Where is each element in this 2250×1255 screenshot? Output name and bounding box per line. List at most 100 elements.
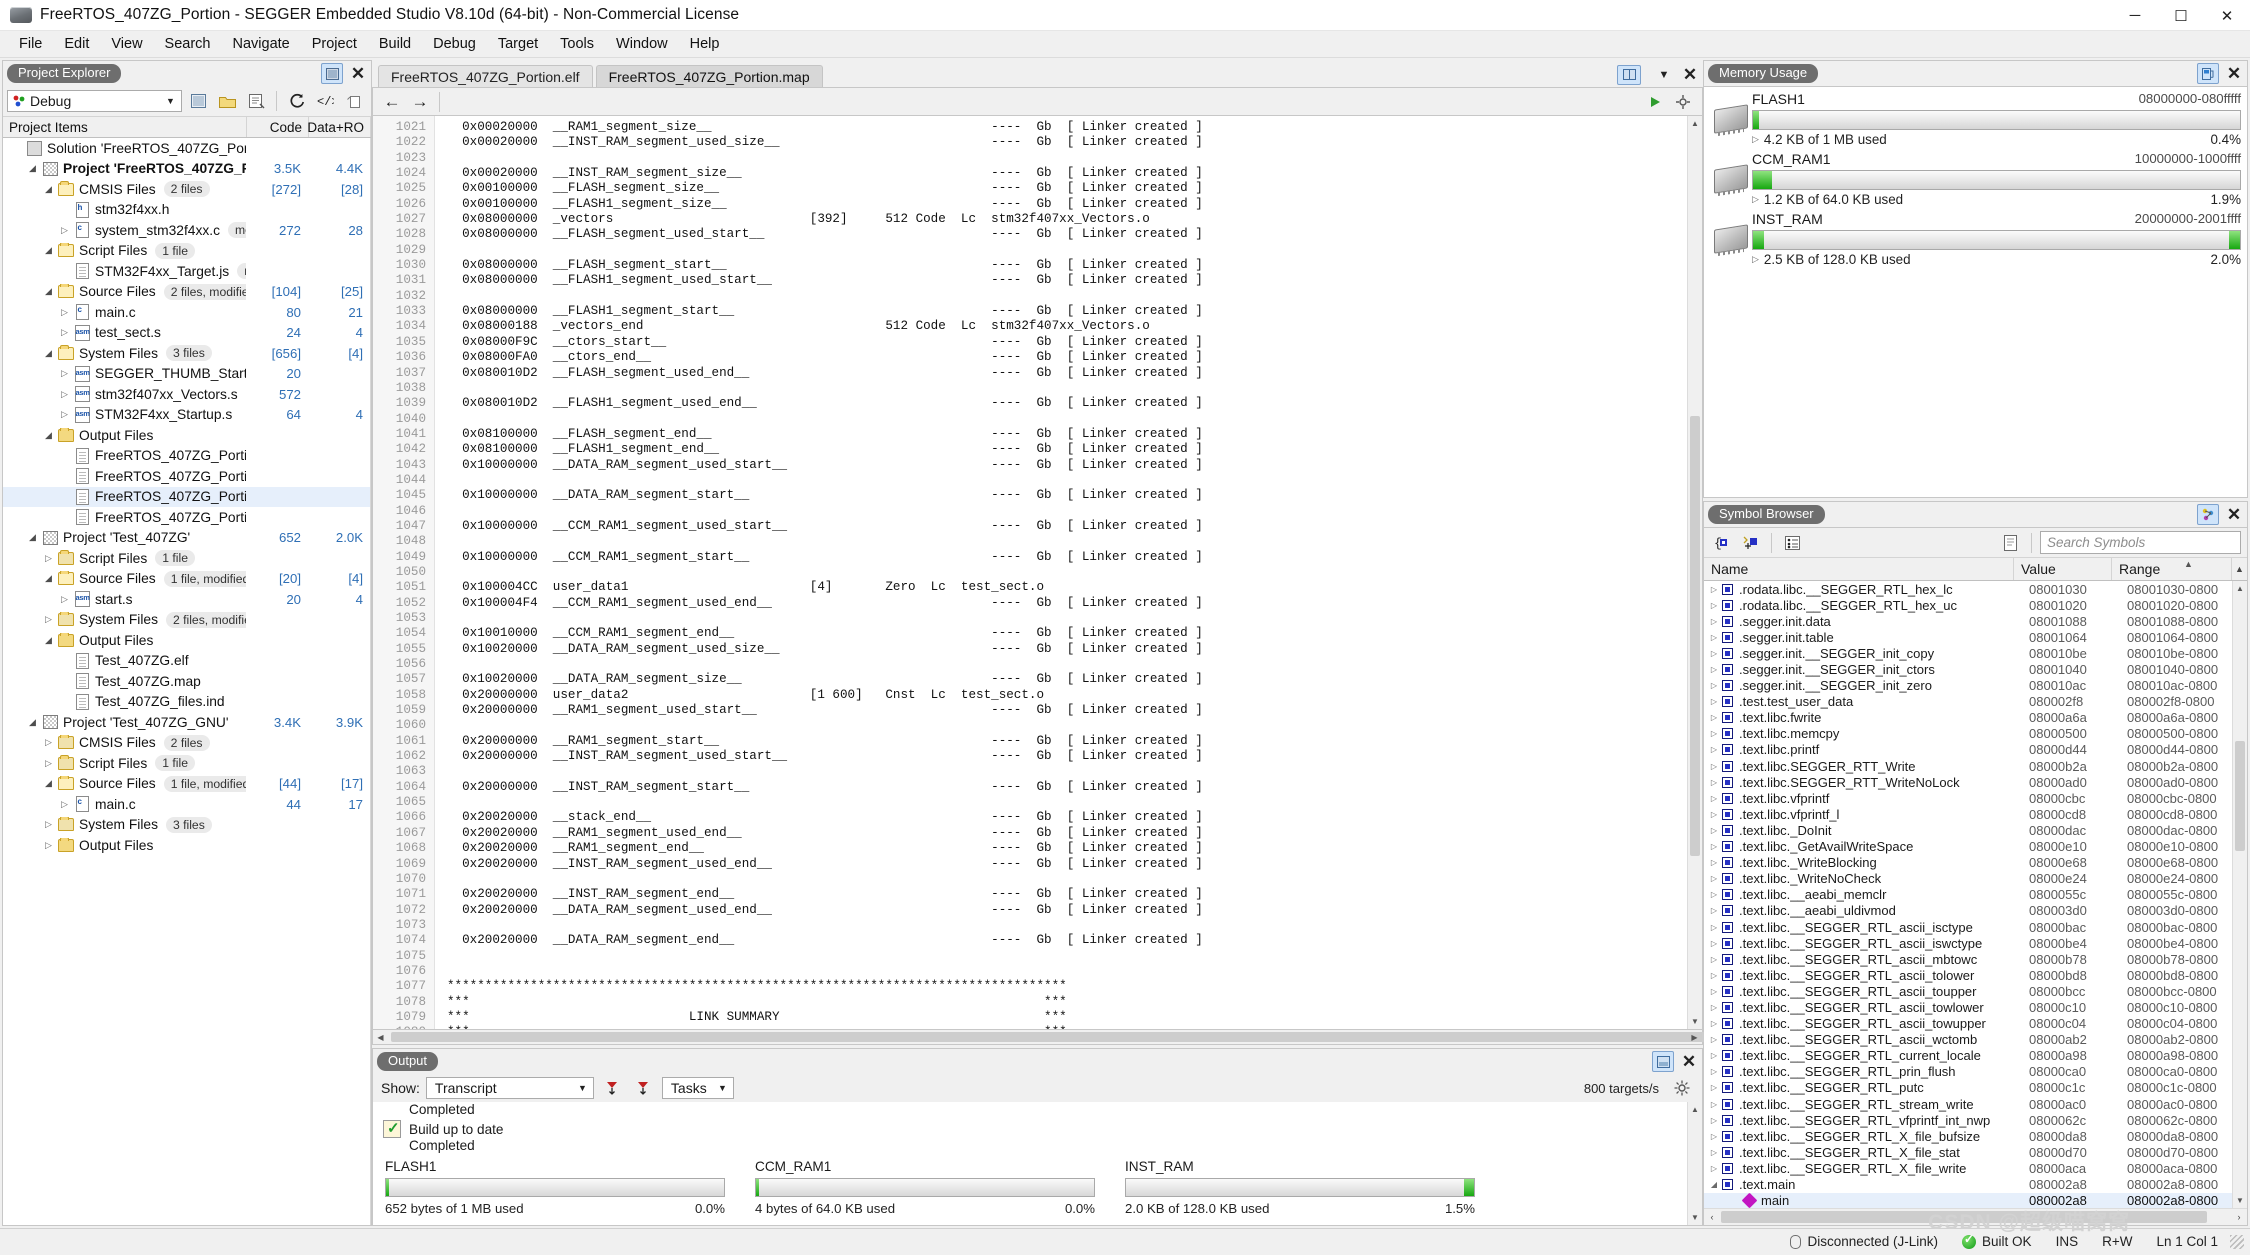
output-tasks-combo[interactable]: Tasks ▼ <box>662 1077 734 1099</box>
menu-item-build[interactable]: Build <box>368 32 422 56</box>
collapsed-triangle-icon[interactable]: ▷ <box>1706 665 1722 674</box>
collapsed-triangle-icon[interactable]: ▷ <box>1706 778 1722 787</box>
symbol-row[interactable]: ▷.segger.init.__SEGGER_init_zero080010ac… <box>1704 678 2247 694</box>
symbol-row[interactable]: ▷.text.libc.printf08000d4408000d44-0800 <box>1704 742 2247 758</box>
status-caret-position[interactable]: Ln 1 Col 1 <box>2144 1229 2230 1255</box>
expanded-triangle-icon[interactable]: ◢ <box>25 532 40 543</box>
build-configuration-combo[interactable]: Debug ▼ <box>7 90 182 112</box>
menu-item-project[interactable]: Project <box>301 32 368 56</box>
collapsed-triangle-icon[interactable]: ▷ <box>1706 1003 1722 1012</box>
collapsed-triangle-icon[interactable]: ▷ <box>1706 794 1722 803</box>
project-tree-item[interactable]: ◢CMSIS Files2 files[272][28] <box>3 179 370 200</box>
column-header-value[interactable]: Value <box>2014 558 2112 580</box>
symbol-row[interactable]: ▷.text.libc.__SEGGER_RTL_X_file_write080… <box>1704 1160 2247 1176</box>
close-output-icon[interactable]: ✕ <box>1678 1051 1700 1072</box>
run-icon[interactable] <box>1642 90 1668 114</box>
close-icon[interactable]: ✕ <box>347 63 369 84</box>
panel-dock-icon[interactable] <box>321 63 343 84</box>
scroll-up-icon[interactable]: ▲ <box>2233 581 2247 596</box>
project-tree-item[interactable]: Test_407ZG.elf <box>3 651 370 672</box>
project-tree-item[interactable]: FreeRTOS_407ZG_Portion.ma <box>3 487 370 508</box>
collapsed-triangle-icon[interactable]: ▷ <box>41 840 56 851</box>
project-tree-item[interactable]: ◢System Files3 files[656][4] <box>3 343 370 364</box>
project-tree-item[interactable]: FreeRTOS_407ZG_Portion_file <box>3 507 370 528</box>
project-tree-item[interactable]: hstm32f4xx.h <box>3 200 370 221</box>
collapsed-triangle-icon[interactable]: ▷ <box>1706 1164 1722 1173</box>
status-rw-mode[interactable]: R+W <box>2090 1229 2144 1255</box>
project-tree-item[interactable]: ◢Project 'FreeRTOS_407ZG_Portion'3.5K4.4… <box>3 159 370 180</box>
close-memory-usage-icon[interactable]: ✕ <box>2223 63 2245 84</box>
project-tree-item[interactable]: ▷cmain.c4417 <box>3 794 370 815</box>
project-tree-item[interactable]: ▷asmSTM32F4xx_Startup.s644 <box>3 405 370 426</box>
project-tree-item[interactable]: ▷System Files2 files, modified op <box>3 610 370 631</box>
symbol-row[interactable]: ▷.text.libc.vfprintf_l08000cd808000cd8-0… <box>1704 806 2247 822</box>
folder-icon[interactable] <box>215 89 240 113</box>
symbol-row[interactable]: ▷.text.libc.__SEGGER_RTL_ascii_iswctype0… <box>1704 935 2247 951</box>
expanded-triangle-icon[interactable]: ◢ <box>41 286 56 297</box>
collapsed-triangle-icon[interactable]: ▷ <box>41 758 56 769</box>
collapsed-triangle-icon[interactable]: ▷ <box>41 553 56 564</box>
symbol-row[interactable]: ▷.text.libc.__SEGGER_RTL_current_locale0… <box>1704 1048 2247 1064</box>
symbol-row[interactable]: ▷.segger.init.data0800108808001088-0800 <box>1704 613 2247 629</box>
collapsed-triangle-icon[interactable]: ▷ <box>41 737 56 748</box>
collapsed-triangle-icon[interactable]: ▷ <box>57 368 72 379</box>
expanded-triangle-icon[interactable]: ◢ <box>41 430 56 441</box>
symbol-row[interactable]: ▷.text.libc.__SEGGER_RTL_putc08000c1c080… <box>1704 1080 2247 1096</box>
output-body[interactable]: CompletedBuild up to dateCompleted FLASH… <box>373 1102 1702 1225</box>
symbol-row[interactable]: ▷.segger.init.__SEGGER_init_copy080010be… <box>1704 645 2247 661</box>
collapsed-triangle-icon[interactable]: ▷ <box>1706 826 1722 835</box>
collapsed-triangle-icon[interactable]: ▷ <box>1706 649 1722 658</box>
status-build[interactable]: Built OK <box>1950 1229 2044 1255</box>
group-braces-icon[interactable]: { <box>1710 531 1735 555</box>
memory-usage-item[interactable]: INST_RAM20000000-2001ffff▷2.5 KB of 128.… <box>1710 211 2241 267</box>
collapsed-triangle-icon[interactable]: ▷ <box>1706 971 1722 980</box>
symbol-row[interactable]: ▷.rodata.libc.__SEGGER_RTL_hex_lc0800103… <box>1704 581 2247 597</box>
expanded-triangle-icon[interactable]: ◢ <box>25 163 40 174</box>
project-tree-item[interactable]: ▷asmtest_sect.s244 <box>3 323 370 344</box>
split-view-icon[interactable] <box>1617 65 1641 85</box>
symbol-row[interactable]: ▷.text.libc.__aeabi_memclr0800055c080005… <box>1704 887 2247 903</box>
project-tree-item[interactable]: Test_407ZG.map <box>3 671 370 692</box>
collapsed-triangle-icon[interactable]: ▷ <box>1706 617 1722 626</box>
project-tree-item[interactable]: ◢Output Files <box>3 425 370 446</box>
project-tree-item[interactable]: ▷Script Files1 file <box>3 753 370 774</box>
memory-usage-item[interactable]: FLASH108000000-080fffff▷4.2 KB of 1 MB u… <box>1710 91 2241 147</box>
scroll-down-icon[interactable]: ▼ <box>1688 1210 1702 1225</box>
symbol-list[interactable]: ▷.rodata.libc.__SEGGER_RTL_hex_lc0800103… <box>1704 581 2247 1208</box>
symbol-row[interactable]: ▷.text.libc.__SEGGER_RTL_ascii_isctype08… <box>1704 919 2247 935</box>
status-connection[interactable]: Disconnected (J-Link) <box>1778 1229 1950 1255</box>
editor-tab[interactable]: FreeRTOS_407ZG_Portion.elf <box>378 65 593 87</box>
collapsed-triangle-icon[interactable]: ▷ <box>57 799 72 810</box>
close-symbol-browser-icon[interactable]: ✕ <box>2223 504 2245 525</box>
scrollbar-thumb[interactable] <box>1690 416 1700 856</box>
collapsed-triangle-icon[interactable]: ▷ <box>1706 923 1722 932</box>
collapsed-triangle-icon[interactable]: ▷ <box>1706 1100 1722 1109</box>
symbol-row[interactable]: ▷.text.libc.SEGGER_RTT_WriteNoLock08000a… <box>1704 774 2247 790</box>
collapsed-triangle-icon[interactable]: ▷ <box>1706 585 1722 594</box>
collapsed-triangle-icon[interactable]: ▷ <box>1752 194 1759 205</box>
new-group-icon[interactable] <box>1738 531 1763 555</box>
collapsed-triangle-icon[interactable]: ▷ <box>1706 713 1722 722</box>
symbol-row[interactable]: ▷.text.libc.__SEGGER_RTL_X_file_stat0800… <box>1704 1144 2247 1160</box>
symbol-row[interactable]: ▷.text.libc.__SEGGER_RTL_X_file_bufsize0… <box>1704 1128 2247 1144</box>
project-explorer-tab[interactable]: Project Explorer <box>7 64 121 84</box>
close-button[interactable]: ✕ <box>2204 0 2250 31</box>
output-row[interactable]: Build up to date <box>373 1120 1702 1138</box>
menu-item-target[interactable]: Target <box>487 32 549 56</box>
expanded-triangle-icon[interactable]: ◢ <box>41 184 56 195</box>
symbol-browser-vertical-scrollbar[interactable]: ▲ ▼ <box>2232 581 2247 1208</box>
project-tree-item[interactable]: ▷Script Files1 file <box>3 548 370 569</box>
collapsed-triangle-icon[interactable]: ▷ <box>1706 1148 1722 1157</box>
expanded-triangle-icon[interactable]: ◢ <box>25 717 40 728</box>
collapsed-triangle-icon[interactable]: ▷ <box>1752 254 1759 265</box>
collapsed-triangle-icon[interactable]: ▷ <box>1706 1067 1722 1076</box>
symbol-row[interactable]: ▷.text.libc.__SEGGER_RTL_ascii_wctomb080… <box>1704 1032 2247 1048</box>
collapsed-triangle-icon[interactable]: ▷ <box>1706 939 1722 948</box>
project-tree-item[interactable]: Test_407ZG_files.ind <box>3 692 370 713</box>
collapsed-triangle-icon[interactable]: ▷ <box>1706 601 1722 610</box>
collapsed-triangle-icon[interactable]: ▷ <box>41 819 56 830</box>
symbol-row[interactable]: ◢.text.main080002a8080002a8-0800 <box>1704 1176 2247 1192</box>
project-tree-item[interactable]: ◢Source Files2 files, modified op[104][2… <box>3 282 370 303</box>
symbol-row[interactable]: ▷.text.libc.__SEGGER_RTL_ascii_tolower08… <box>1704 967 2247 983</box>
close-editor-icon[interactable]: ✕ <box>1679 64 1701 85</box>
